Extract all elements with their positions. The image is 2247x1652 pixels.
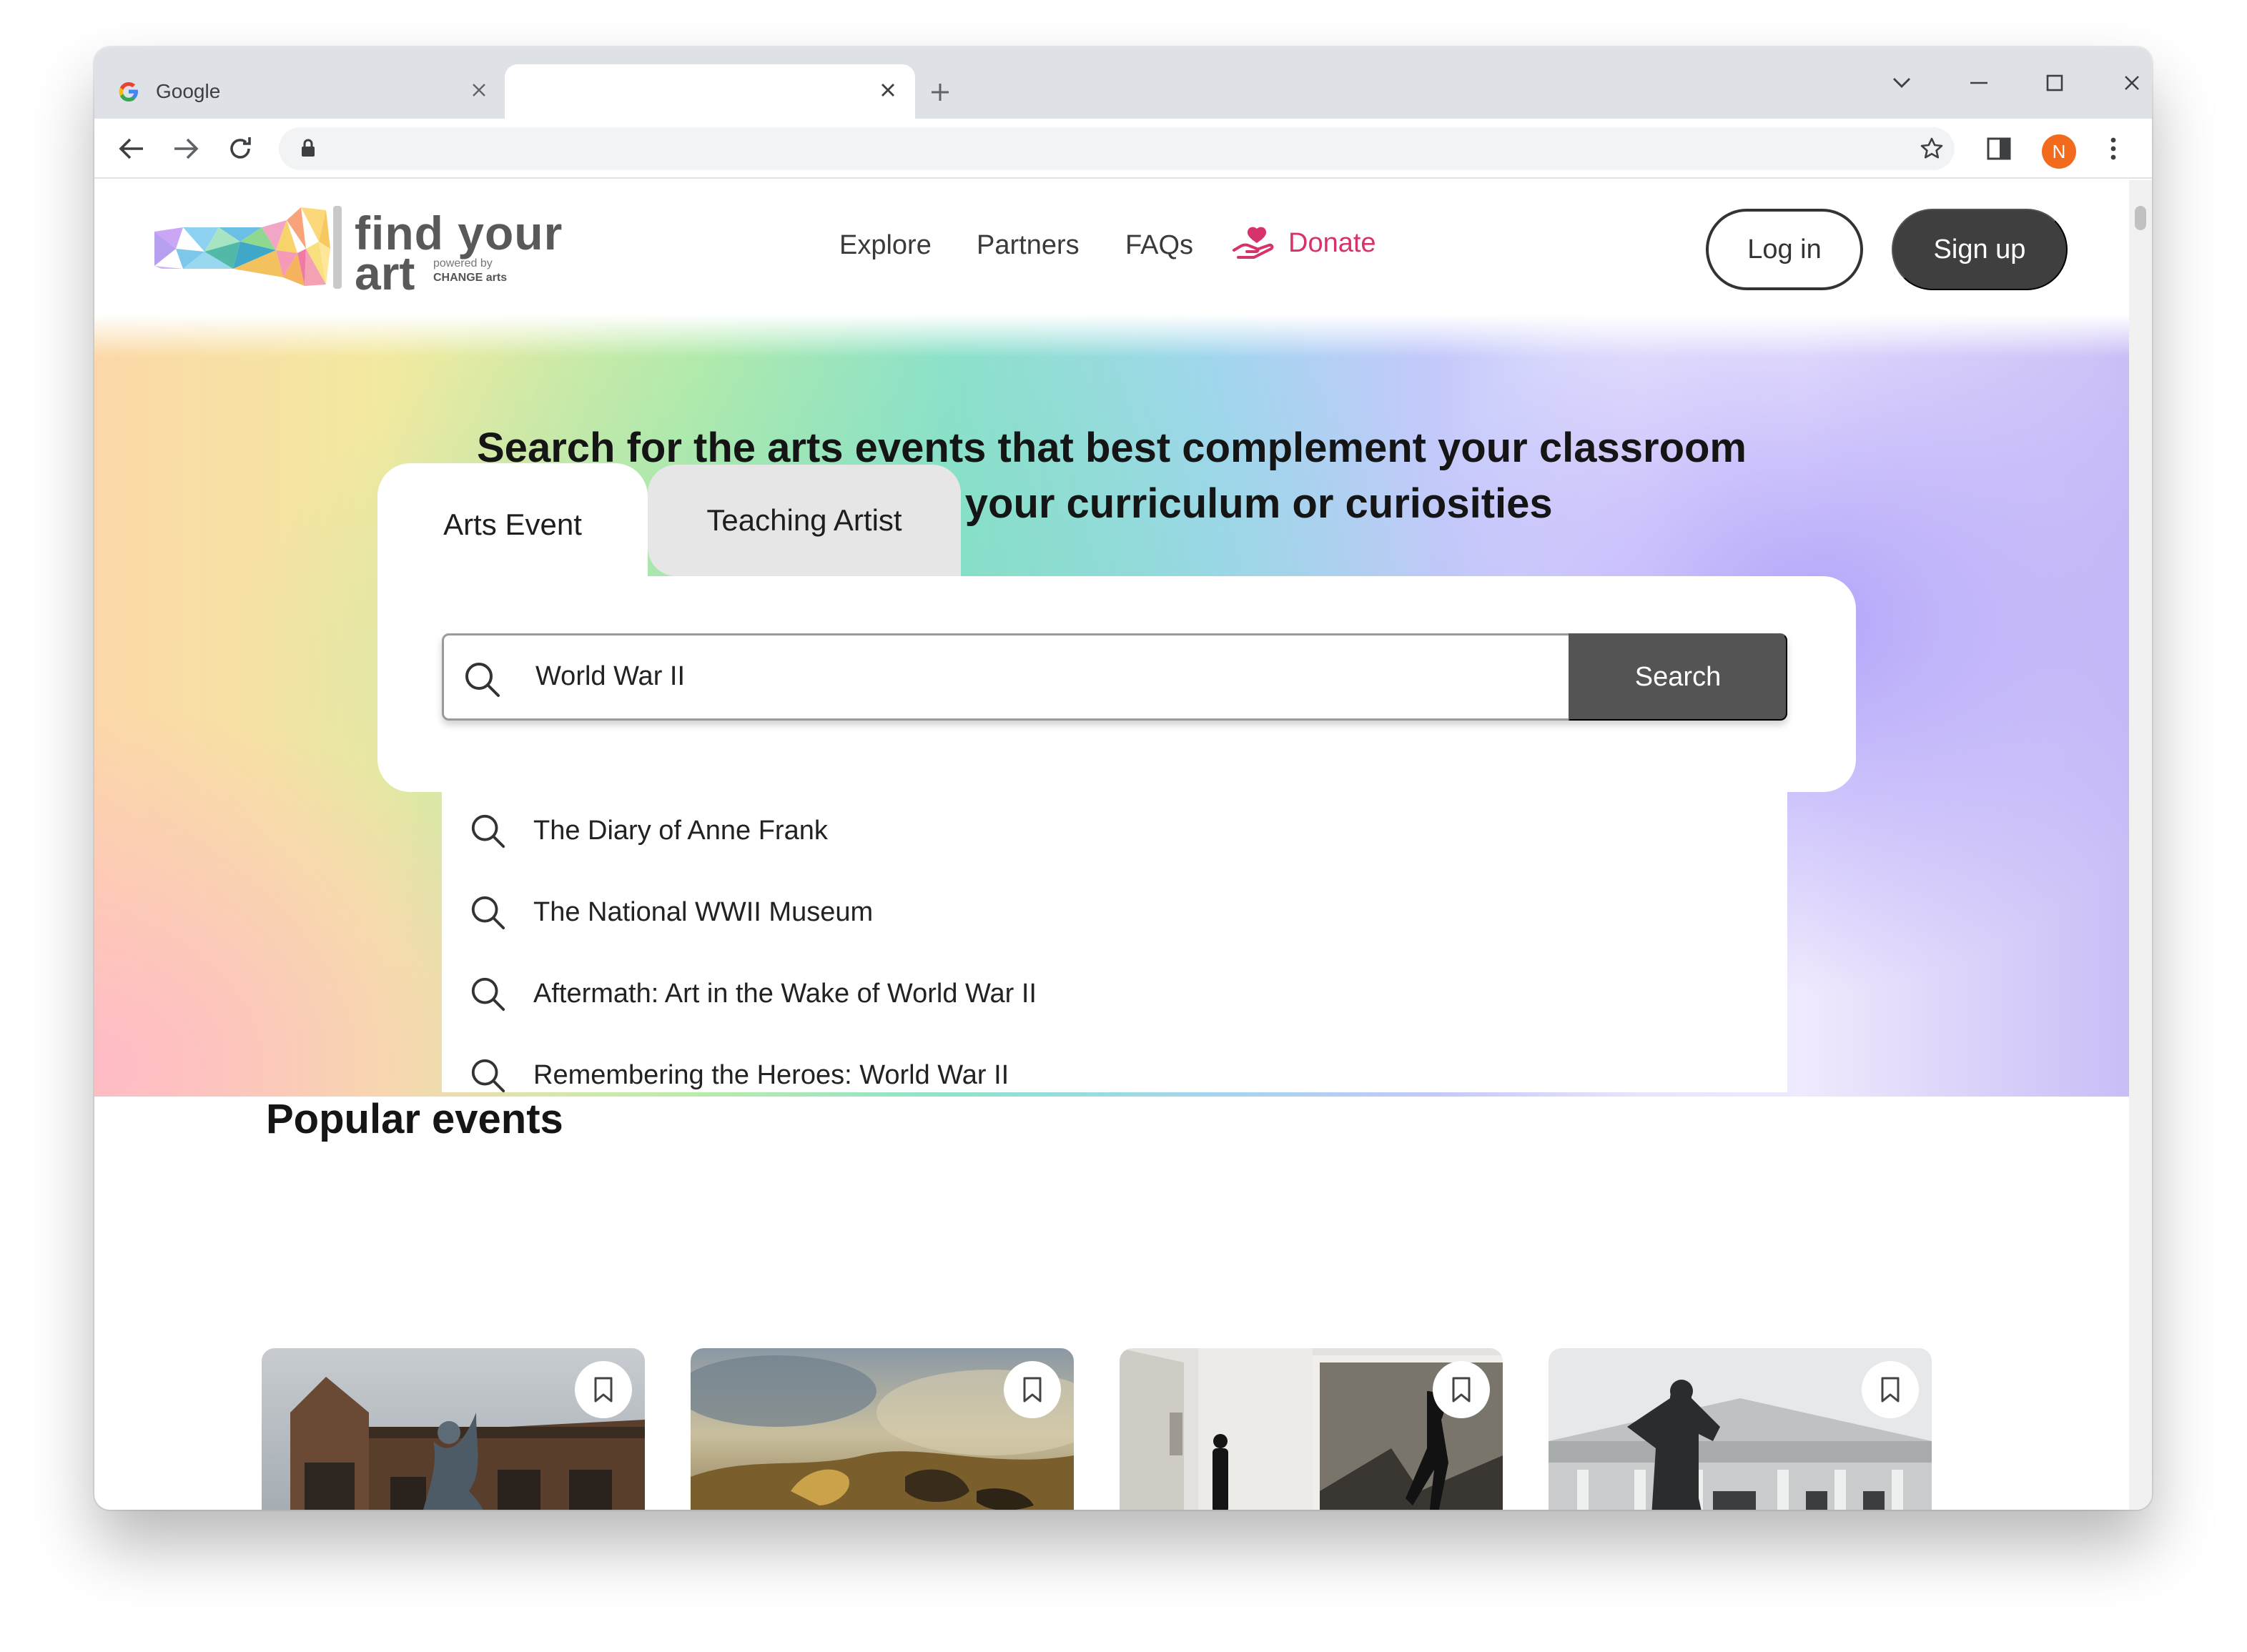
suggestion-item[interactable]: Aftermath: Art in the Wake of World War …	[442, 958, 1787, 1029]
event-card[interactable]	[691, 1348, 1074, 1510]
search-icon	[471, 814, 505, 849]
profile-avatar[interactable]: N	[2042, 134, 2076, 169]
sign-up-button[interactable]: Sign up	[1892, 209, 2068, 290]
browser-window: Google N find your art powered by CHANGE…	[94, 47, 2152, 1510]
browser-tab-title: Google	[156, 80, 221, 102]
browser-toolbar: N	[94, 119, 2152, 179]
minimize-icon[interactable]	[1957, 69, 2000, 97]
bookmark-icon	[1881, 1377, 1900, 1403]
search-query-text: World War II	[535, 661, 686, 691]
close-tab-icon[interactable]	[465, 76, 493, 104]
popular-events-heading: Popular events	[266, 1096, 563, 1142]
event-card[interactable]	[1120, 1348, 1503, 1510]
side-panel-icon[interactable]	[1982, 132, 2016, 166]
search-icon	[463, 660, 501, 698]
logo-powered-by: powered by	[433, 257, 493, 269]
site-logo[interactable]: find your art powered by CHANGE arts	[154, 206, 569, 300]
event-card[interactable]	[262, 1348, 645, 1510]
new-tab-icon[interactable]	[922, 74, 958, 110]
suggestion-text: The Diary of Anne Frank	[533, 815, 828, 846]
bookmark-button[interactable]	[1004, 1361, 1061, 1418]
address-bar[interactable]	[279, 127, 1955, 170]
paintbrush-logo-icon	[154, 206, 342, 289]
search-button[interactable]: Search	[1569, 633, 1787, 721]
bookmark-button[interactable]	[1862, 1361, 1919, 1418]
close-tab-icon[interactable]	[874, 76, 902, 104]
close-window-icon[interactable]	[2110, 69, 2152, 97]
nav-partners[interactable]: Partners	[977, 230, 1080, 261]
hero-headline-line1: Search for the arts events that best com…	[477, 425, 1747, 471]
suggestion-item[interactable]: The National WWII Museum	[442, 876, 1787, 948]
site-header: find your art powered by CHANGE arts Exp…	[94, 180, 2129, 315]
maximize-icon[interactable]	[2033, 69, 2076, 97]
nav-faqs[interactable]: FAQs	[1125, 230, 1193, 261]
back-arrow-icon[interactable]	[114, 132, 149, 166]
bookmark-star-icon[interactable]	[1916, 133, 1947, 164]
google-favicon-icon	[116, 79, 142, 104]
nav-donate-label: Donate	[1288, 227, 1376, 258]
forward-arrow-icon[interactable]	[169, 132, 203, 166]
heart-hand-icon	[1233, 226, 1275, 260]
logo-text-art: art	[355, 247, 415, 300]
browser-tab-active[interactable]	[505, 64, 915, 119]
lock-icon	[297, 137, 319, 159]
suggestion-text: Aftermath: Art in the Wake of World War …	[533, 978, 1037, 1009]
scrollbar-thumb[interactable]	[2135, 206, 2146, 230]
search-icon	[471, 896, 505, 930]
bookmark-button[interactable]	[575, 1361, 632, 1418]
event-card[interactable]	[1549, 1348, 1932, 1510]
tab-teaching-artist[interactable]: Teaching Artist	[648, 465, 961, 576]
nav-explore[interactable]: Explore	[839, 230, 932, 261]
more-menu-icon[interactable]	[2096, 132, 2130, 166]
search-suggestions: The Diary of Anne Frank The National WWI…	[442, 792, 1787, 1093]
bookmark-icon	[594, 1377, 613, 1403]
page-viewport: find your art powered by CHANGE arts Exp…	[94, 180, 2129, 1510]
suggestion-text: Remembering the Heroes: World War II	[533, 1059, 1009, 1090]
browser-tab-google[interactable]: Google	[104, 64, 506, 119]
log-in-button[interactable]: Log in	[1706, 209, 1863, 290]
search-icon	[471, 1059, 505, 1093]
suggestion-item[interactable]: Remembering the Heroes: World War II	[442, 1039, 1787, 1111]
hero-top-fade	[94, 315, 2129, 357]
tab-search-chevron-icon[interactable]	[1880, 69, 1923, 97]
reload-icon[interactable]	[223, 132, 257, 166]
suggestion-text: The National WWII Museum	[533, 896, 874, 927]
search-icon	[471, 977, 505, 1012]
tab-strip: Google	[94, 47, 2152, 119]
logo-brand: CHANGE arts	[433, 272, 508, 284]
bookmark-icon	[1452, 1377, 1471, 1403]
bookmark-icon	[1023, 1377, 1042, 1403]
suggestion-item[interactable]: The Diary of Anne Frank	[442, 795, 1787, 866]
page-scrollbar[interactable]	[2129, 180, 2152, 1510]
nav-donate[interactable]: Donate	[1233, 226, 1376, 260]
bookmark-button[interactable]	[1433, 1361, 1490, 1418]
